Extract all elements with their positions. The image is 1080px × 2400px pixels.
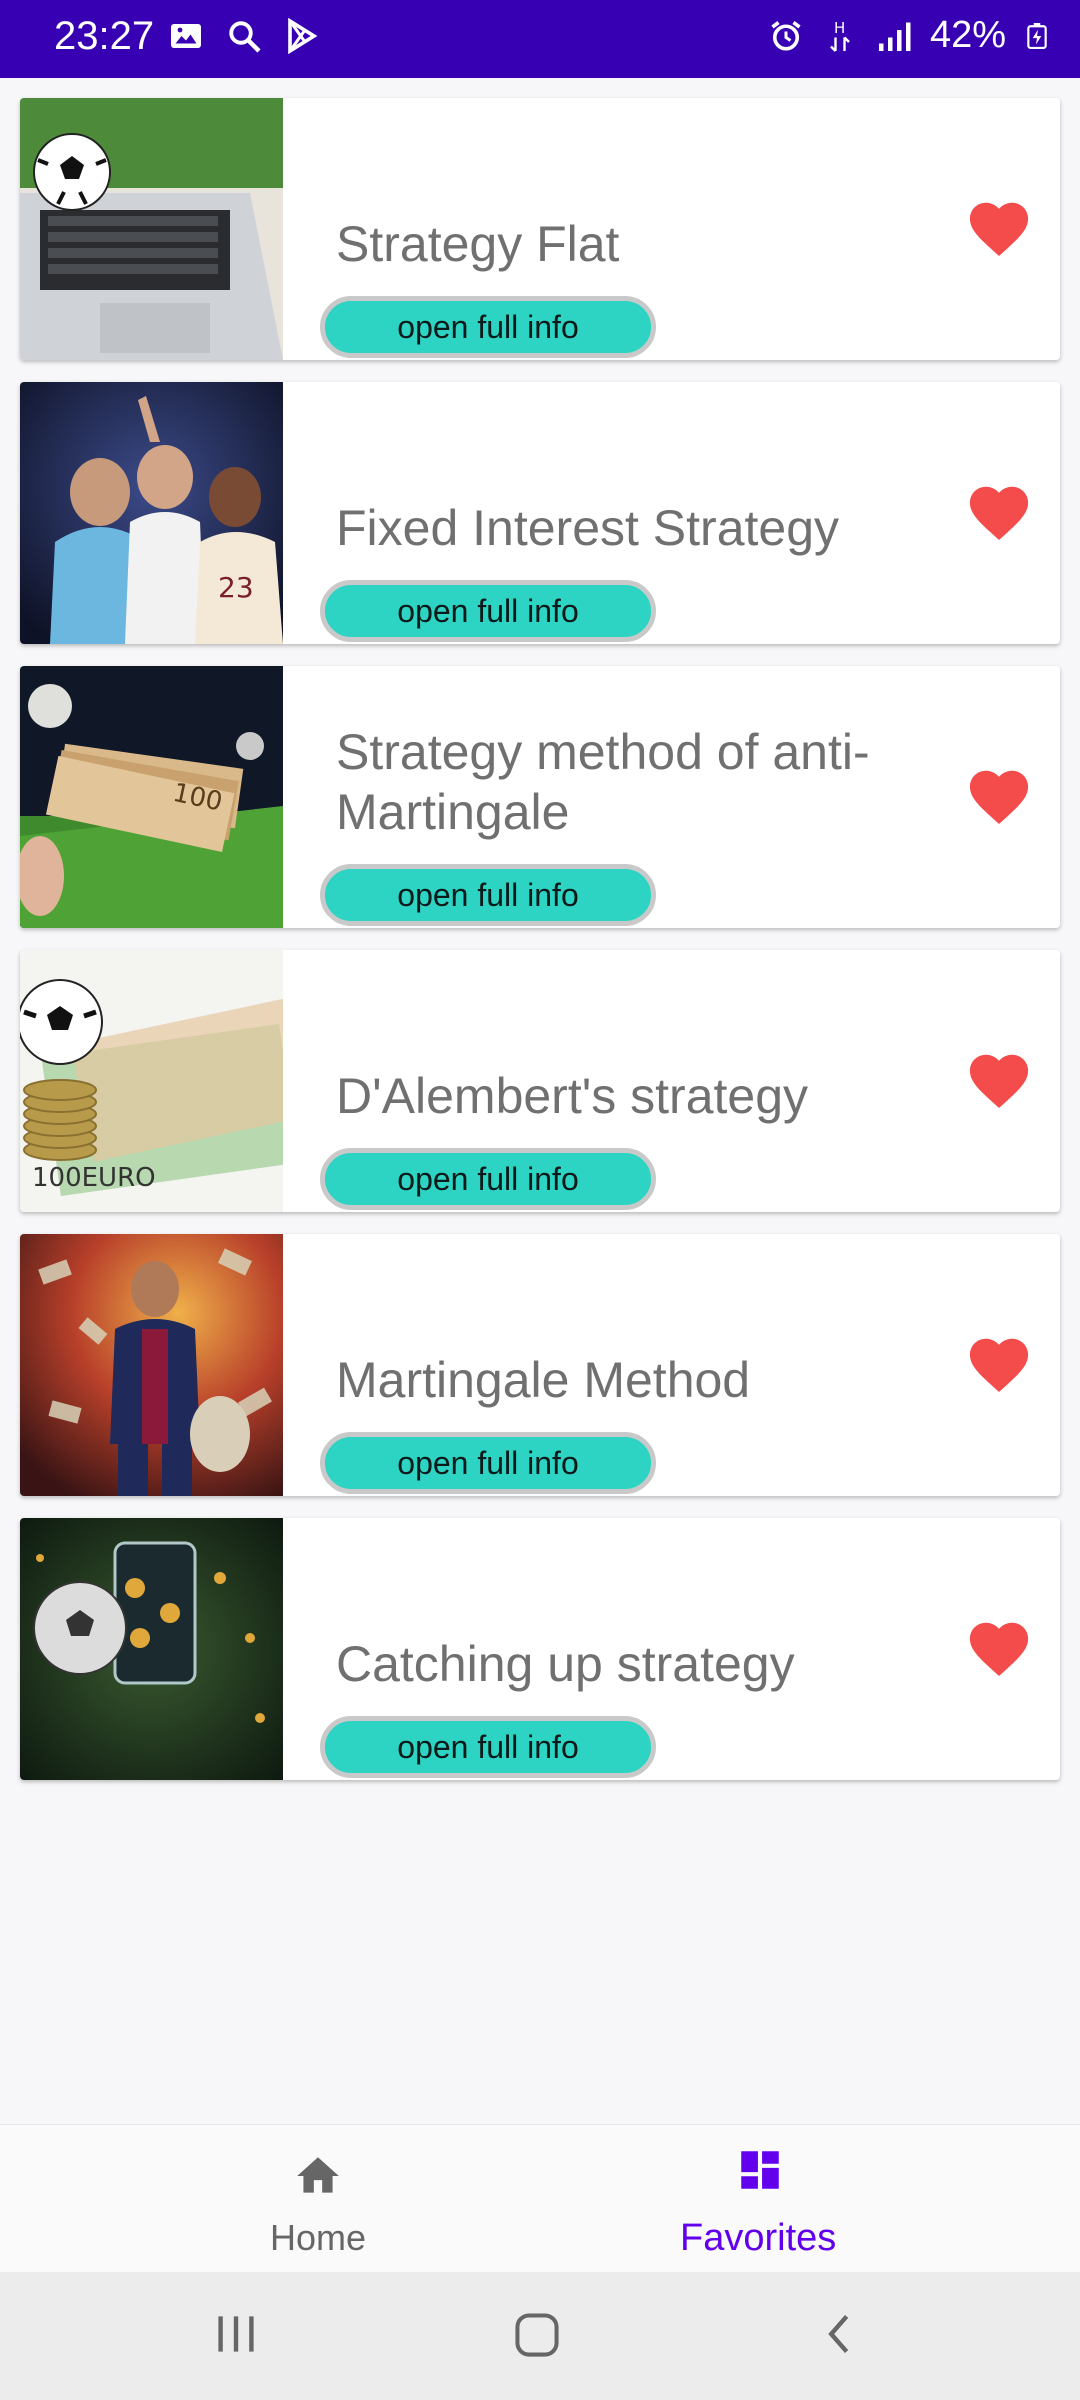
- strategy-card[interactable]: 23 Fixed Interest Strategy open full inf…: [20, 382, 1060, 644]
- favorites-list: Strategy Flat open full info 23 Fixed In…: [20, 98, 1060, 1802]
- nav-label-favorites: Favorites: [680, 2217, 837, 2259]
- strategy-title: Fixed Interest Strategy: [336, 500, 840, 556]
- heart-icon[interactable]: [964, 1330, 1034, 1394]
- strategy-card[interactable]: Martingale Method open full info: [20, 1234, 1060, 1496]
- open-full-info-button[interactable]: open full info: [320, 1432, 656, 1494]
- heart-icon[interactable]: [964, 1614, 1034, 1678]
- laptop-football-image: [20, 98, 283, 360]
- battery-charging-icon: [1027, 22, 1047, 49]
- strategy-title: Catching up strategy: [336, 1636, 795, 1692]
- open-full-info-button[interactable]: open full info: [320, 580, 656, 642]
- svg-text:100EURO: 100EURO: [32, 1163, 156, 1193]
- home-button-icon[interactable]: [514, 2312, 560, 2358]
- heart-icon[interactable]: [964, 762, 1034, 826]
- svg-text:H: H: [834, 19, 845, 37]
- image-icon: [171, 24, 201, 48]
- svg-text:23: 23: [218, 571, 254, 604]
- player-money-image: [20, 1234, 283, 1496]
- sports-betting-image: [20, 1518, 283, 1780]
- open-full-info-button[interactable]: open full info: [320, 296, 656, 358]
- strategy-title: D'Alembert's strategy: [336, 1068, 809, 1124]
- heart-icon[interactable]: [964, 194, 1034, 258]
- recent-apps-icon[interactable]: [214, 2312, 258, 2356]
- nav-item-home[interactable]: Home: [0, 2125, 640, 2273]
- strategy-card[interactable]: 100EURO D'Alembert's strategy open full …: [20, 950, 1060, 1212]
- signal-icon: [878, 22, 911, 51]
- play-store-icon: [288, 18, 318, 54]
- money-stadium-image: 100: [20, 666, 283, 928]
- battery-percent: 42%: [929, 14, 1006, 56]
- home-icon: [297, 2157, 339, 2193]
- nav-label-home: Home: [270, 2217, 367, 2258]
- open-full-info-button[interactable]: open full info: [320, 1148, 656, 1210]
- open-full-info-button[interactable]: open full info: [320, 1716, 656, 1778]
- network-h-icon: H: [830, 19, 850, 52]
- strategy-title: Strategy Flat: [336, 216, 620, 272]
- ball-coins-euro-image: 100EURO: [20, 950, 283, 1212]
- alarm-icon: [771, 20, 801, 51]
- heart-icon[interactable]: [964, 1046, 1034, 1110]
- dashboard-icon: [741, 2151, 779, 2189]
- strategy-title: Martingale Method: [336, 1352, 751, 1408]
- open-full-info-button[interactable]: open full info: [320, 864, 656, 926]
- strategy-title: Strategy method of anti-Martingale: [336, 724, 870, 840]
- heart-icon[interactable]: [964, 478, 1034, 542]
- system-navigation-bar: [0, 2272, 1080, 2400]
- nav-item-favorites[interactable]: Favorites: [640, 2125, 1080, 2273]
- athletes-image: 23: [20, 382, 283, 644]
- status-time: 23:27: [54, 14, 155, 58]
- strategy-card[interactable]: Catching up strategy open full info: [20, 1518, 1060, 1780]
- bottom-navigation: Home Favorites: [0, 2124, 1080, 2273]
- search-icon: [229, 21, 261, 53]
- strategy-card[interactable]: Strategy Flat open full info: [20, 98, 1060, 360]
- status-bar: 23:27 H 42%: [0, 0, 1080, 78]
- strategy-card[interactable]: 100 Strategy method of anti-Martingale o…: [20, 666, 1060, 928]
- back-icon[interactable]: [818, 2312, 862, 2356]
